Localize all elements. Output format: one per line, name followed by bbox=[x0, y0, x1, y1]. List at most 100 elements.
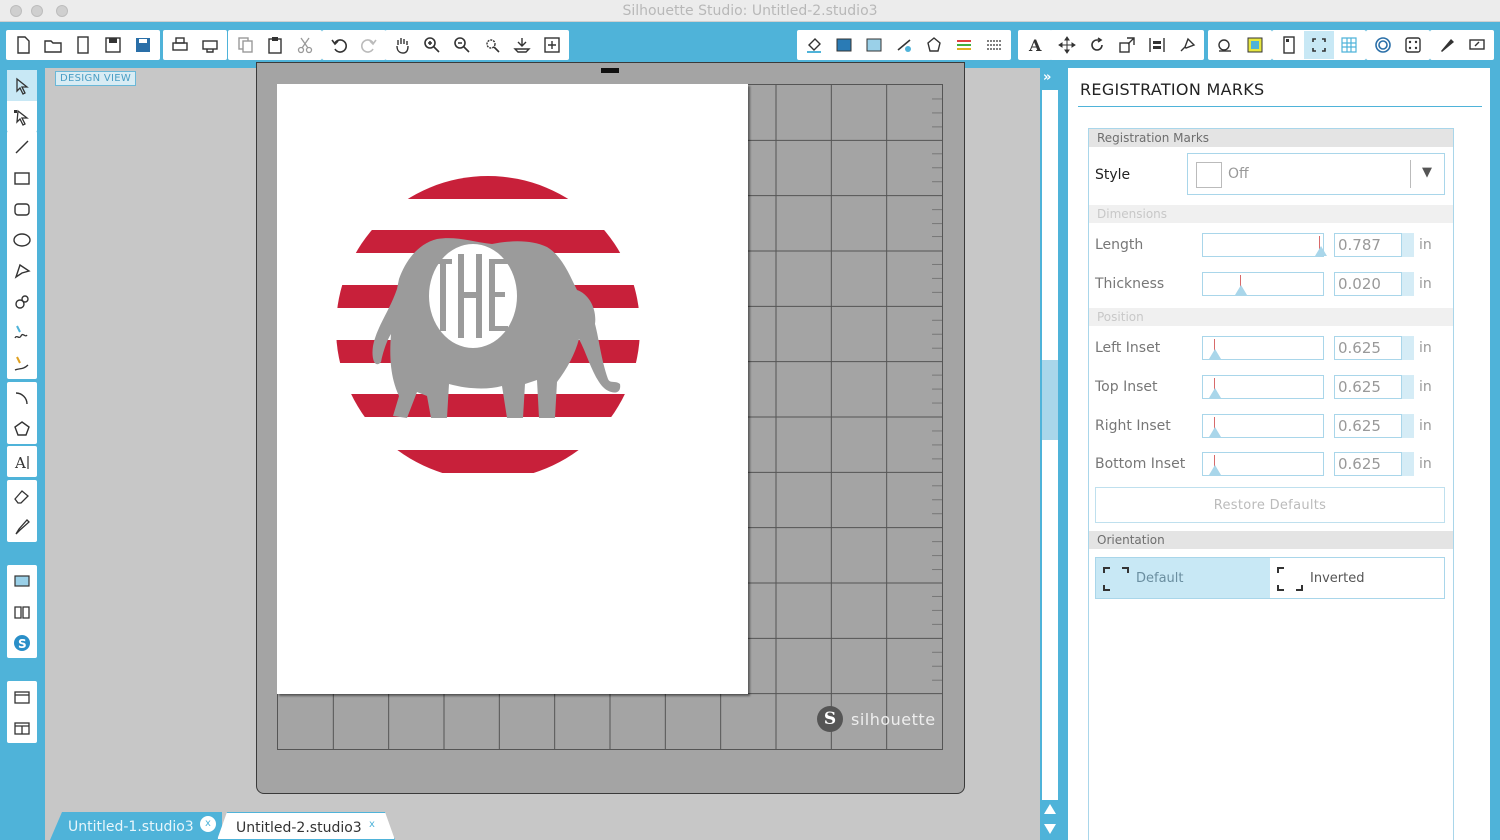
zoom-select-icon[interactable] bbox=[477, 31, 507, 59]
line-color-icon[interactable] bbox=[889, 31, 919, 59]
zoom-in-icon[interactable] bbox=[417, 31, 447, 59]
split-view-icon[interactable] bbox=[7, 712, 37, 743]
align-icon[interactable] bbox=[1142, 31, 1172, 59]
top-inset-input[interactable]: 0.625 bbox=[1334, 375, 1402, 399]
copy-icon[interactable] bbox=[230, 31, 260, 59]
rectangle-tool-icon[interactable] bbox=[7, 162, 37, 193]
left-inset-slider[interactable] bbox=[1202, 336, 1324, 360]
single-view-icon[interactable] bbox=[7, 681, 37, 712]
design-page-icon[interactable] bbox=[7, 565, 37, 596]
page-setup-icon[interactable] bbox=[1274, 31, 1304, 59]
close-tab-icon[interactable]: x bbox=[200, 816, 216, 832]
text-style-icon[interactable]: A bbox=[1020, 31, 1050, 59]
length-stepper[interactable] bbox=[1402, 233, 1414, 257]
cut-settings-icon[interactable] bbox=[1432, 31, 1462, 59]
file-tools bbox=[6, 30, 160, 60]
right-inset-input[interactable]: 0.625 bbox=[1334, 414, 1402, 438]
undo-icon[interactable] bbox=[324, 31, 354, 59]
panel-tools-7 bbox=[1430, 30, 1494, 60]
right-inset-stepper[interactable] bbox=[1402, 414, 1414, 438]
elephant-monogram-artwork[interactable]: THE bbox=[277, 84, 748, 694]
fill-color-icon[interactable] bbox=[799, 31, 829, 59]
modify-icon[interactable] bbox=[1210, 31, 1240, 59]
length-input[interactable]: 0.787 bbox=[1334, 233, 1402, 257]
polygon-tool-icon[interactable] bbox=[7, 255, 37, 286]
curve-tool-icon[interactable] bbox=[7, 286, 37, 317]
design-canvas[interactable]: DESIGN VIEW THE S silhouette bbox=[45, 62, 1040, 812]
freehand-tool-icon[interactable] bbox=[7, 317, 37, 348]
grid-settings-icon[interactable] bbox=[1334, 31, 1364, 59]
line-color-stripes-icon[interactable] bbox=[949, 31, 979, 59]
style-dropdown[interactable]: Off ▼ bbox=[1187, 153, 1445, 195]
regular-polygon-tool-icon[interactable] bbox=[7, 413, 37, 444]
text-tool-icon[interactable]: A bbox=[7, 446, 37, 477]
left-inset-stepper[interactable] bbox=[1402, 336, 1414, 360]
offset-icon[interactable] bbox=[1240, 31, 1270, 59]
new-document-icon[interactable] bbox=[8, 31, 38, 59]
left-inset-input[interactable]: 0.625 bbox=[1334, 336, 1402, 360]
paste-icon[interactable] bbox=[260, 31, 290, 59]
select-arrow-icon[interactable] bbox=[7, 70, 37, 101]
orientation-inverted-option[interactable]: Inverted bbox=[1270, 558, 1444, 598]
scroll-down-icon[interactable] bbox=[1044, 824, 1056, 834]
ellipse-tool-icon[interactable] bbox=[7, 224, 37, 255]
registration-marks-icon[interactable] bbox=[1304, 31, 1334, 59]
restore-defaults-button[interactable]: Restore Defaults bbox=[1095, 487, 1445, 523]
tab-untitled-2[interactable]: Untitled-2.studio3 x bbox=[217, 812, 395, 840]
send-to-cutter-icon[interactable] bbox=[195, 31, 225, 59]
tab-untitled-1[interactable]: Untitled-1.studio3 x bbox=[50, 812, 222, 840]
length-slider[interactable] bbox=[1202, 233, 1327, 257]
gradient-icon[interactable] bbox=[829, 31, 859, 59]
right-inset-slider[interactable] bbox=[1202, 414, 1324, 438]
top-inset-slider[interactable] bbox=[1202, 375, 1324, 399]
save-to-library-icon[interactable] bbox=[128, 31, 158, 59]
thickness-unit: in bbox=[1419, 276, 1432, 292]
scroll-track[interactable] bbox=[1042, 90, 1058, 800]
trace-icon[interactable] bbox=[1368, 31, 1398, 59]
bottom-inset-input[interactable]: 0.625 bbox=[1334, 452, 1402, 476]
open-folder-icon[interactable] bbox=[38, 31, 68, 59]
print-icon[interactable] bbox=[165, 31, 195, 59]
replicate-icon[interactable] bbox=[1172, 31, 1202, 59]
bottom-inset-slider[interactable] bbox=[1202, 452, 1324, 476]
thickness-label: Thickness bbox=[1095, 276, 1165, 292]
orientation-default-option[interactable]: Default bbox=[1096, 558, 1270, 598]
scale-icon[interactable] bbox=[1112, 31, 1142, 59]
chevron-down-icon[interactable]: ▼ bbox=[1422, 165, 1432, 180]
scroll-thumb[interactable] bbox=[1042, 360, 1058, 440]
arc-tool-icon[interactable] bbox=[7, 382, 37, 413]
pixscan-icon[interactable] bbox=[1398, 31, 1428, 59]
redo-icon[interactable] bbox=[354, 31, 384, 59]
line-weight-icon[interactable] bbox=[979, 31, 1009, 59]
send-icon[interactable] bbox=[1462, 31, 1492, 59]
scroll-up-icon[interactable] bbox=[1044, 804, 1056, 814]
library-icon[interactable] bbox=[68, 31, 98, 59]
top-inset-stepper[interactable] bbox=[1402, 375, 1414, 399]
knife-tool-icon[interactable] bbox=[7, 511, 37, 542]
collapse-panel-icon[interactable]: » bbox=[1043, 70, 1051, 85]
canvas-vertical-scrollbar[interactable]: » bbox=[1040, 68, 1060, 840]
point-edit-icon[interactable] bbox=[7, 101, 37, 132]
zoom-drag-icon[interactable] bbox=[507, 31, 537, 59]
silhouette-store-icon[interactable]: S bbox=[7, 627, 37, 658]
rotate-icon[interactable] bbox=[1082, 31, 1112, 59]
bottom-inset-stepper[interactable] bbox=[1402, 452, 1414, 476]
line-tool-icon[interactable] bbox=[7, 131, 37, 162]
thickness-stepper[interactable] bbox=[1402, 272, 1414, 296]
rounded-rectangle-tool-icon[interactable] bbox=[7, 193, 37, 224]
transform-move-icon[interactable] bbox=[1052, 31, 1082, 59]
fit-to-page-icon[interactable] bbox=[537, 31, 567, 59]
thickness-input[interactable]: 0.020 bbox=[1334, 272, 1402, 296]
save-icon[interactable] bbox=[98, 31, 128, 59]
close-tab-icon[interactable]: x bbox=[364, 817, 380, 833]
pan-hand-icon[interactable] bbox=[387, 31, 417, 59]
eraser-tool-icon[interactable] bbox=[7, 480, 37, 511]
thickness-slider[interactable] bbox=[1202, 272, 1324, 296]
page-paper[interactable]: THE bbox=[277, 84, 748, 694]
fill-pattern-icon[interactable] bbox=[859, 31, 889, 59]
cut-icon[interactable] bbox=[290, 31, 320, 59]
zoom-out-icon[interactable] bbox=[447, 31, 477, 59]
line-style-icon[interactable] bbox=[919, 31, 949, 59]
smooth-freehand-tool-icon[interactable] bbox=[7, 348, 37, 379]
library-book-icon[interactable] bbox=[7, 596, 37, 627]
